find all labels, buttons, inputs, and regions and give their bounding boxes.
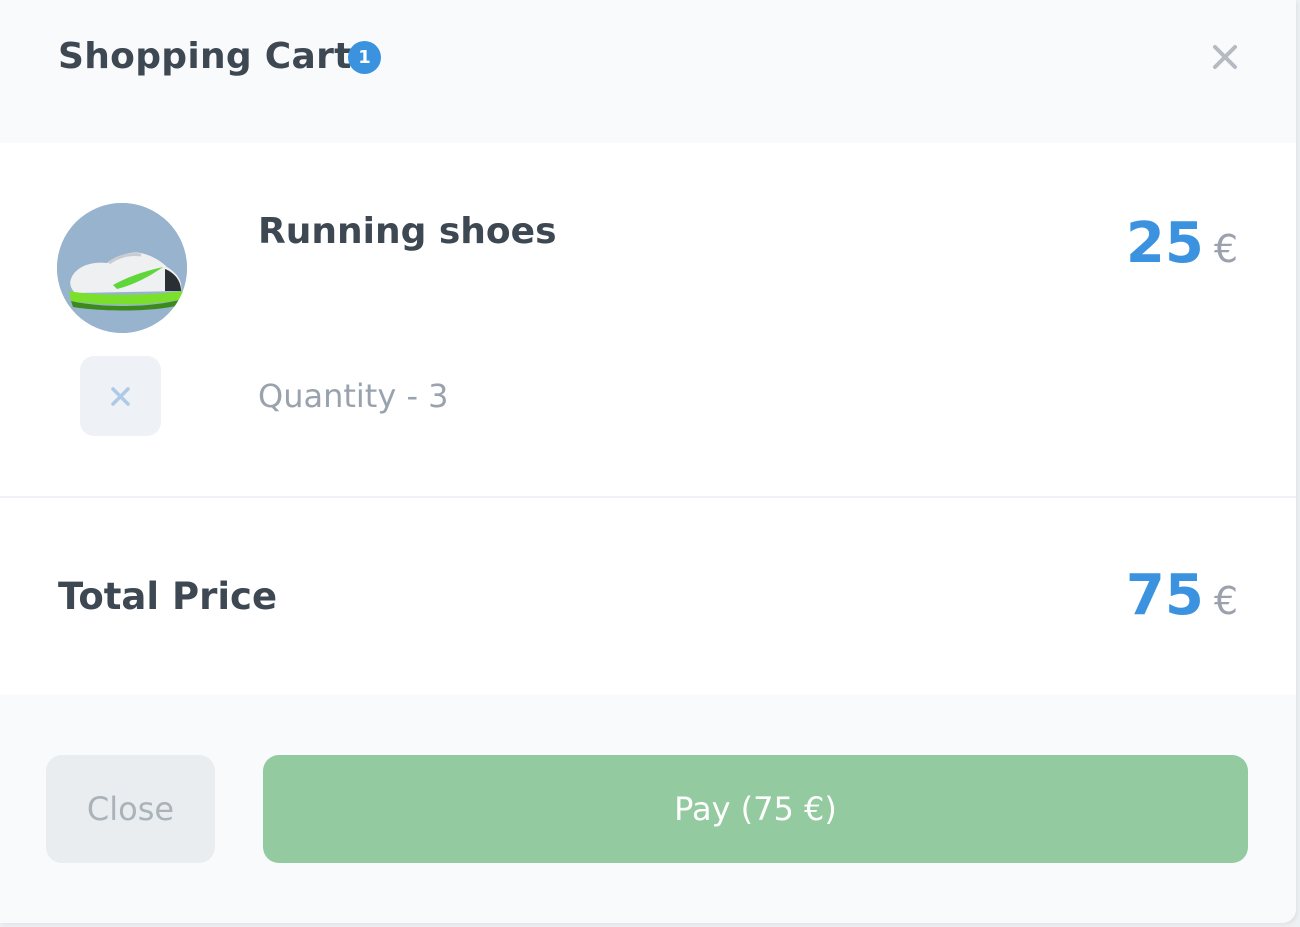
modal-footer: Close Pay (75 €) bbox=[0, 695, 1296, 923]
cart-body: Running shoes Quantity - 3 25 € Total Pri… bbox=[0, 143, 1296, 695]
close-icon[interactable] bbox=[1208, 40, 1242, 74]
divider bbox=[0, 496, 1296, 498]
item-price-value: 25 bbox=[1125, 211, 1204, 276]
item-price: 25 € bbox=[1126, 211, 1238, 276]
total-price-currency: € bbox=[1213, 579, 1238, 623]
cart-count-badge: 1 bbox=[348, 41, 381, 74]
remove-item-button[interactable] bbox=[80, 356, 161, 436]
item-name: Running shoes bbox=[258, 211, 557, 252]
item-quantity: Quantity - 3 bbox=[258, 377, 449, 415]
shopping-cart-modal: Shopping Cart 1 Running shoes Quantity -… bbox=[0, 0, 1296, 923]
modal-header: Shopping Cart 1 bbox=[0, 0, 1296, 143]
running-shoe-image bbox=[57, 203, 187, 333]
item-price-currency: € bbox=[1213, 227, 1238, 271]
close-button[interactable]: Close bbox=[46, 755, 215, 863]
total-price: 75 € bbox=[1126, 563, 1238, 628]
total-label: Total Price bbox=[58, 575, 278, 618]
pay-button[interactable]: Pay (75 €) bbox=[263, 755, 1248, 863]
total-price-value: 75 bbox=[1125, 563, 1204, 628]
remove-icon bbox=[111, 387, 130, 406]
modal-title: Shopping Cart bbox=[58, 36, 352, 77]
